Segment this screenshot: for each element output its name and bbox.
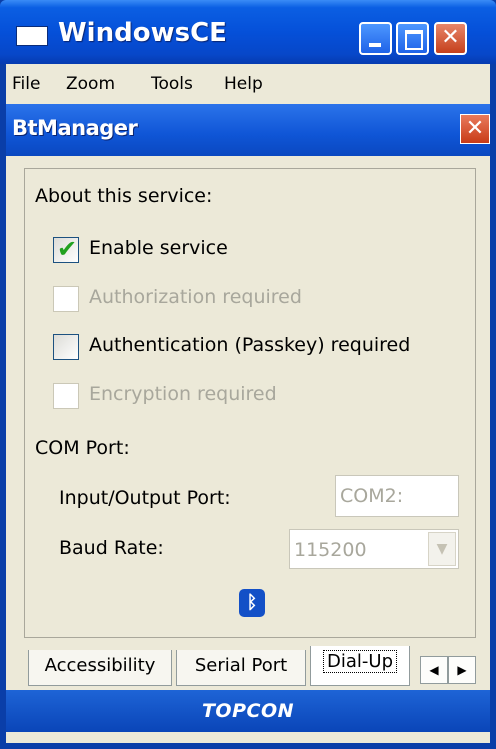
baud-rate-label: Baud Rate: xyxy=(59,537,164,559)
menu-file[interactable]: File xyxy=(12,74,40,94)
menu-tools[interactable]: Tools xyxy=(151,74,193,94)
com-port-heading: COM Port: xyxy=(35,437,130,459)
bluetooth-icon: ᛒ xyxy=(239,589,265,617)
dialog-titlebar: BtManager ✕ xyxy=(6,104,490,156)
authentication-checkbox[interactable] xyxy=(53,334,79,360)
io-port-label: Input/Output Port: xyxy=(59,487,231,509)
tab-accessibility[interactable]: Accessibility xyxy=(28,650,172,686)
window-titlebar[interactable]: WindowsCE ✕ xyxy=(0,0,496,64)
authorization-checkbox xyxy=(53,286,79,312)
tab-scroll-right-button[interactable]: ▶ xyxy=(448,656,476,684)
minimize-icon xyxy=(369,43,381,47)
menu-zoom[interactable]: Zoom xyxy=(66,74,115,94)
service-groupbox: About this service: ✔ Enable service Aut… xyxy=(24,168,476,638)
maximize-icon xyxy=(405,30,423,50)
encryption-checkbox xyxy=(53,383,79,409)
check-icon: ✔ xyxy=(57,235,78,263)
close-icon: ✕ xyxy=(441,25,460,50)
bottom-strip xyxy=(6,732,490,743)
maximize-button[interactable] xyxy=(396,22,429,55)
tab-dial-up-label: Dial-Up xyxy=(323,650,397,673)
dialog-title: BtManager xyxy=(12,116,138,140)
brand-bar: TOPCON xyxy=(6,690,490,732)
tab-scroll-left-button[interactable]: ◀ xyxy=(420,656,448,684)
window-title: WindowsCE xyxy=(58,18,227,48)
enable-service-checkbox[interactable]: ✔ xyxy=(53,235,79,263)
dialog-close-button[interactable]: ✕ xyxy=(460,114,490,144)
topcon-logo: TOPCON xyxy=(201,700,295,722)
tab-strip: Accessibility Serial Port Dial-Up ◀ ▶ xyxy=(6,646,490,690)
menu-help[interactable]: Help xyxy=(224,74,263,94)
close-icon: ✕ xyxy=(465,116,485,141)
service-heading: About this service: xyxy=(35,185,213,207)
enable-service-label[interactable]: Enable service xyxy=(89,237,228,259)
tab-dial-up[interactable]: Dial-Up xyxy=(310,646,410,686)
baud-rate-select: 115200 ▼ xyxy=(289,529,459,569)
menu-bar: File Zoom Tools Help xyxy=(6,64,490,104)
encryption-label: Encryption required xyxy=(89,383,277,405)
authentication-label[interactable]: Authentication (Passkey) required xyxy=(89,334,410,356)
baud-rate-value: 115200 xyxy=(294,539,367,561)
dialog-content: About this service: ✔ Enable service Aut… xyxy=(6,156,490,646)
io-port-field: COM2: xyxy=(335,475,459,517)
window-app-icon xyxy=(16,26,48,46)
device-frame: WindowsCE ✕ File Zoom Tools Help BtManag… xyxy=(0,0,496,749)
minimize-button[interactable] xyxy=(359,22,392,55)
window-close-button[interactable]: ✕ xyxy=(434,22,467,55)
authorization-label: Authorization required xyxy=(89,286,302,308)
tab-serial-port[interactable]: Serial Port xyxy=(176,650,306,686)
chevron-down-icon: ▼ xyxy=(428,532,456,566)
